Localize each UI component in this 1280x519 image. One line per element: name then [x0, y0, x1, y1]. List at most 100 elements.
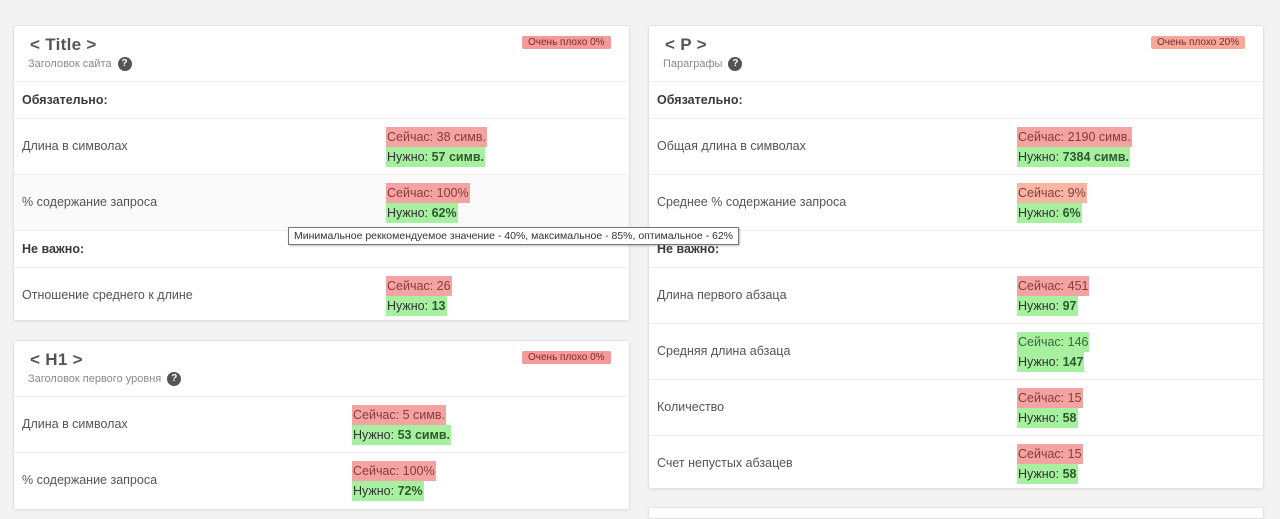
card-header: < Title > Заголовок сайта ? Очень плохо …	[14, 26, 629, 82]
h1-card: < H1 > Заголовок первого уровня ? Очень …	[13, 340, 630, 510]
target-number: 62%	[431, 206, 457, 220]
target-prefix: Нужно:	[1018, 411, 1063, 425]
metric-row: Средняя длина абзаца Сейчас: 146 Нужно: …	[649, 324, 1263, 380]
section-required: Обязательно:	[14, 82, 629, 119]
metric-values: Сейчас: 9% Нужно: 6%	[1017, 183, 1087, 223]
target-value: Нужно: 147	[1017, 352, 1085, 372]
target-prefix: Нужно:	[1018, 150, 1063, 164]
current-value: Сейчас: 2190 симв.	[1017, 127, 1132, 147]
current-value: Сейчас: 9%	[1017, 183, 1087, 203]
metric-label: Количество	[657, 400, 725, 414]
target-value: Нужно: 13	[386, 296, 447, 316]
target-number: 58	[1062, 467, 1077, 481]
target-number: 58	[1062, 411, 1077, 425]
metric-row: Длина в символах Сейчас: 38 симв. Нужно:…	[14, 119, 629, 175]
current-value: Сейчас: 146	[1017, 332, 1090, 352]
status-badge: Очень плохо 0%	[522, 351, 611, 364]
target-value: Нужно: 53 симв.	[352, 425, 452, 445]
target-value: Нужно: 97	[1017, 296, 1078, 316]
help-icon[interactable]: ?	[728, 57, 743, 71]
next-card	[648, 507, 1264, 519]
current-value: Сейчас: 15	[1017, 388, 1083, 408]
metric-values: Сейчас: 15 Нужно: 58	[1017, 444, 1083, 484]
target-value: Нужно: 6%	[1017, 203, 1082, 223]
target-number: 147	[1062, 355, 1084, 369]
target-number: 13	[431, 299, 446, 313]
target-value: Нужно: 57 симв.	[386, 147, 486, 167]
current-value: Сейчас: 451	[1017, 276, 1090, 296]
metric-values: Сейчас: 100% Нужно: 62%	[386, 183, 470, 223]
card-subtitle: Параграфы ?	[663, 57, 743, 71]
p-card: < P > Параграфы ? Очень плохо 20% Обязат…	[648, 25, 1264, 489]
metric-label: Средняя длина абзаца	[657, 344, 791, 358]
metric-values: Сейчас: 451 Нужно: 97	[1017, 276, 1090, 316]
metric-row: Отношение среднего к длине Сейчас: 26 Ну…	[14, 268, 629, 320]
help-icon[interactable]: ?	[117, 57, 132, 71]
metric-row: Счет непустых абзацев Сейчас: 15 Нужно: …	[649, 436, 1263, 488]
metric-label: Отношение среднего к длине	[22, 288, 193, 302]
card-subtitle: Заголовок первого уровня ?	[28, 372, 182, 386]
card-title: < Title >	[30, 35, 97, 54]
metric-row: % содержание запроса Сейчас: 100% Нужно:…	[14, 453, 629, 508]
target-prefix: Нужно:	[1018, 299, 1063, 313]
target-value: Нужно: 58	[1017, 464, 1078, 484]
metric-row: Среднее % содержание запроса Сейчас: 9% …	[649, 175, 1263, 231]
current-value: Сейчас: 38 симв.	[386, 127, 487, 147]
range-tooltip: Минимальное реккомендуемое значение - 40…	[288, 227, 740, 245]
subtitle-text: Заголовок первого уровня	[28, 373, 162, 385]
card-header: < H1 > Заголовок первого уровня ? Очень …	[14, 341, 629, 397]
target-number: 97	[1062, 299, 1077, 313]
target-prefix: Нужно:	[353, 428, 398, 442]
metric-label: Счет непустых абзацев	[657, 456, 793, 470]
section-not-important: Не важно:	[649, 231, 1263, 268]
metric-label: Общая длина в символах	[657, 139, 806, 153]
current-value: Сейчас: 26	[386, 276, 452, 296]
target-value: Нужно: 62%	[386, 203, 458, 223]
metric-values: Сейчас: 5 симв. Нужно: 53 симв.	[352, 405, 452, 445]
target-number: 7384 симв.	[1062, 150, 1129, 164]
metric-values: Сейчас: 146 Нужно: 147	[1017, 332, 1090, 372]
metric-values: Сейчас: 38 симв. Нужно: 57 симв.	[386, 127, 487, 167]
subtitle-text: Заголовок сайта	[28, 58, 112, 70]
target-prefix: Нужно:	[387, 206, 432, 220]
target-prefix: Нужно:	[387, 150, 432, 164]
card-subtitle: Заголовок сайта ?	[28, 57, 132, 71]
card-title: < P >	[665, 35, 707, 54]
metric-row: Длина первого абзаца Сейчас: 451 Нужно: …	[649, 268, 1263, 324]
target-prefix: Нужно:	[387, 299, 432, 313]
metric-label: Среднее % содержание запроса	[657, 195, 847, 209]
target-prefix: Нужно:	[1018, 206, 1063, 220]
current-value: Сейчас: 100%	[352, 461, 436, 481]
metric-label: % содержание запроса	[22, 473, 158, 487]
current-value: Сейчас: 15	[1017, 444, 1083, 464]
help-icon[interactable]: ?	[167, 372, 182, 386]
card-header: < P > Параграфы ? Очень плохо 20%	[649, 26, 1263, 82]
metric-row: Длина в символах Сейчас: 5 симв. Нужно: …	[14, 397, 629, 453]
metric-row: Общая длина в символах Сейчас: 2190 симв…	[649, 119, 1263, 175]
target-value: Нужно: 72%	[352, 481, 424, 501]
target-prefix: Нужно:	[1018, 467, 1063, 481]
metric-row[interactable]: % содержание запроса Сейчас: 100% Нужно:…	[14, 175, 629, 231]
target-prefix: Нужно:	[353, 484, 398, 498]
current-value: Сейчас: 100%	[386, 183, 470, 203]
status-badge: Очень плохо 20%	[1151, 36, 1246, 49]
target-number: 6%	[1062, 206, 1081, 220]
status-badge: Очень плохо 0%	[522, 36, 611, 49]
title-card: < Title > Заголовок сайта ? Очень плохо …	[13, 25, 630, 321]
target-number: 72%	[397, 484, 423, 498]
metric-label: Длина в символах	[22, 139, 128, 153]
current-value: Сейчас: 5 симв.	[352, 405, 446, 425]
metric-values: Сейчас: 15 Нужно: 58	[1017, 388, 1083, 428]
target-number: 53 симв.	[397, 428, 451, 442]
metric-values: Сейчас: 100% Нужно: 72%	[352, 461, 436, 501]
section-required: Обязательно:	[649, 82, 1263, 119]
metric-label: Длина в символах	[22, 417, 128, 431]
metric-values: Сейчас: 2190 симв. Нужно: 7384 симв.	[1017, 127, 1132, 167]
target-number: 57 симв.	[431, 150, 485, 164]
metric-label: % содержание запроса	[22, 195, 158, 209]
target-value: Нужно: 58	[1017, 408, 1078, 428]
subtitle-text: Параграфы	[663, 58, 723, 70]
metric-values: Сейчас: 26 Нужно: 13	[386, 276, 452, 316]
metric-label: Длина первого абзаца	[657, 288, 787, 302]
target-value: Нужно: 7384 симв.	[1017, 147, 1130, 167]
